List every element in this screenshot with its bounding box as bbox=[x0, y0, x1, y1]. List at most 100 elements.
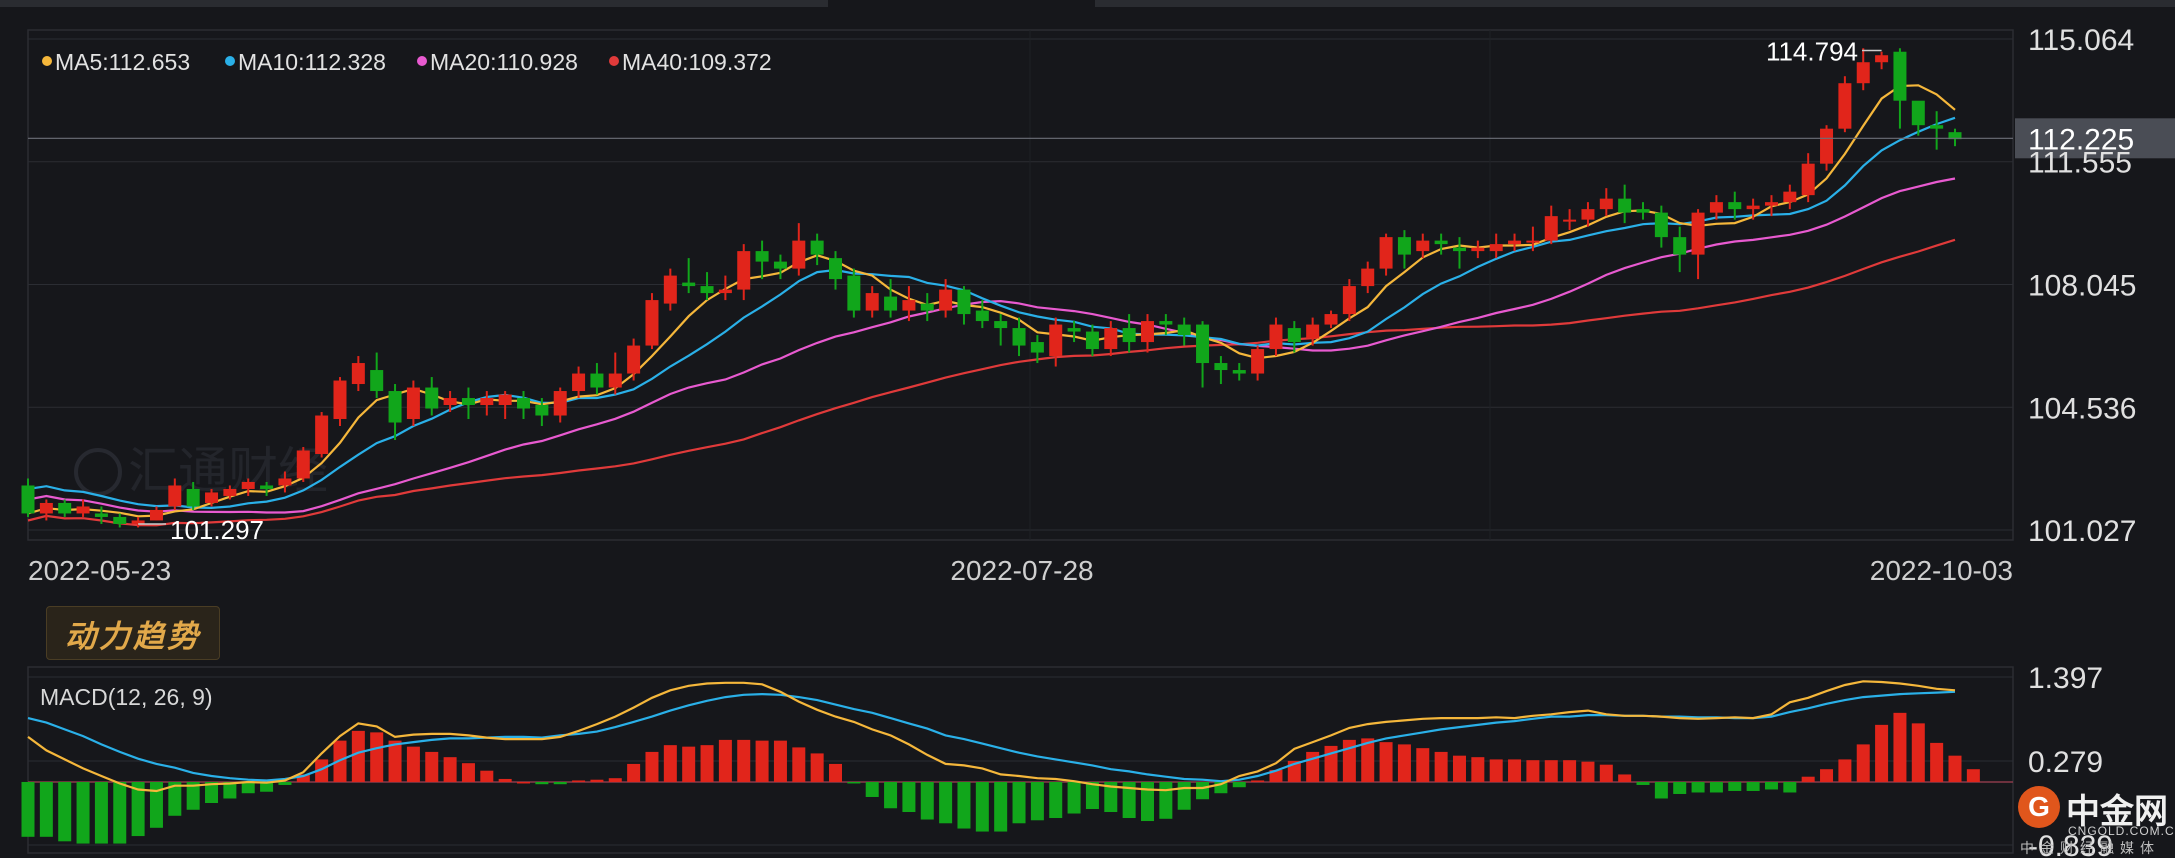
candle-body bbox=[1545, 216, 1558, 240]
candle-body bbox=[792, 241, 805, 269]
macd-bar bbox=[58, 782, 71, 841]
macd-bar bbox=[1159, 782, 1172, 819]
macd-bar bbox=[645, 752, 658, 782]
macd-bar bbox=[1802, 777, 1815, 782]
candle-body bbox=[1710, 202, 1723, 212]
macd-bar bbox=[1838, 759, 1851, 782]
candle-body bbox=[1655, 213, 1668, 237]
candle-body bbox=[1471, 248, 1484, 251]
macd-bar bbox=[1949, 756, 1962, 782]
candle-body bbox=[40, 503, 53, 513]
macd-bar bbox=[829, 764, 842, 782]
macd-bar bbox=[1655, 782, 1668, 799]
candle-body bbox=[315, 416, 328, 454]
macd-bar bbox=[737, 740, 750, 782]
logo-icon: G bbox=[2018, 786, 2060, 828]
candle-body bbox=[77, 506, 90, 513]
macd-bar bbox=[1747, 782, 1760, 791]
candle-body bbox=[1783, 192, 1796, 202]
macd-bar bbox=[1068, 782, 1081, 814]
candle-body bbox=[1600, 199, 1613, 209]
macd-bar bbox=[95, 782, 108, 844]
candle-body bbox=[1123, 328, 1136, 342]
candle-body bbox=[1490, 244, 1503, 251]
candle-body bbox=[572, 374, 585, 391]
legend-label: MA10:112.328 bbox=[238, 49, 386, 75]
candle-body bbox=[278, 478, 291, 485]
candle-body bbox=[1141, 321, 1154, 342]
candle-body bbox=[719, 290, 732, 293]
candle-body bbox=[1159, 321, 1172, 324]
candle-body bbox=[939, 290, 952, 311]
legend-dot bbox=[417, 56, 427, 66]
macd-bar bbox=[517, 782, 530, 784]
macd-bar bbox=[1471, 757, 1484, 782]
macd-bar bbox=[976, 782, 989, 832]
macd-bar bbox=[1049, 782, 1062, 818]
candle-body bbox=[242, 482, 255, 489]
macd-bar bbox=[1710, 782, 1723, 793]
candle-body bbox=[260, 485, 273, 488]
macd-bar bbox=[1893, 713, 1906, 782]
macd-bar bbox=[554, 782, 567, 784]
candle-body bbox=[462, 398, 475, 405]
macd-bar bbox=[792, 747, 805, 782]
macd-bar bbox=[609, 778, 622, 782]
macd-bar bbox=[1673, 782, 1686, 794]
macd-bar bbox=[444, 757, 457, 782]
candle-body bbox=[480, 398, 493, 405]
macd-bar bbox=[1380, 742, 1393, 782]
candle-body bbox=[1306, 325, 1319, 339]
legend-label: MA5:112.653 bbox=[55, 49, 190, 75]
candle-body bbox=[1692, 213, 1705, 255]
candle-body bbox=[95, 513, 108, 516]
candle-body bbox=[444, 398, 457, 405]
macd-bar bbox=[22, 782, 35, 837]
candle-body bbox=[150, 510, 163, 520]
macd-bar bbox=[1875, 725, 1888, 782]
high-label: 114.794 bbox=[1766, 36, 1858, 66]
candle-body bbox=[1251, 349, 1264, 373]
candle-body bbox=[1802, 164, 1815, 195]
candle-body bbox=[1728, 202, 1741, 209]
macd-bar bbox=[1967, 769, 1980, 782]
candle-body bbox=[701, 286, 714, 293]
legend-dot bbox=[225, 56, 235, 66]
macd-bar bbox=[701, 745, 714, 782]
candle-body bbox=[1416, 241, 1429, 251]
macd-bar bbox=[1141, 782, 1154, 821]
indicator-badge[interactable]: 动力趋势 bbox=[46, 606, 220, 660]
macd-bar bbox=[1416, 748, 1429, 782]
price-tick-label: 104.536 bbox=[2028, 392, 2136, 425]
macd-bar bbox=[664, 745, 677, 782]
macd-bar bbox=[77, 782, 90, 844]
macd-bar bbox=[389, 741, 402, 782]
candle-body bbox=[1673, 237, 1686, 254]
candle-body bbox=[1380, 237, 1393, 268]
macd-bar bbox=[939, 782, 952, 823]
legend-dot bbox=[609, 56, 619, 66]
chart-root: 汇通财经 112.225 115.064111.555108.045104.53… bbox=[0, 0, 2175, 857]
macd-bar bbox=[40, 782, 53, 837]
site-logo: G 中金网 CNGOLD.COM.CN 中金财经融媒体 bbox=[2018, 784, 2175, 857]
candle-body bbox=[811, 241, 824, 255]
candle-body bbox=[1398, 237, 1411, 254]
top-tab-strip-left[interactable] bbox=[0, 0, 828, 7]
candle-body bbox=[957, 290, 970, 314]
top-tab-strip-right[interactable] bbox=[1095, 0, 2175, 7]
candle-body bbox=[1765, 202, 1778, 205]
candle-body bbox=[1508, 241, 1521, 244]
candle-body bbox=[1031, 342, 1044, 352]
macd-bar bbox=[1435, 752, 1448, 782]
candle-body bbox=[756, 251, 769, 261]
candle-body bbox=[1343, 286, 1356, 314]
macd-bar bbox=[1563, 760, 1576, 782]
candle-body bbox=[1288, 328, 1301, 342]
date-tick-label: 2022-07-28 bbox=[950, 555, 1093, 586]
price-tick-label: 111.555 bbox=[2028, 147, 2132, 180]
candle-body bbox=[1068, 328, 1081, 331]
candle-body bbox=[389, 391, 402, 422]
macd-bar bbox=[1618, 774, 1631, 782]
indicator-badge-label: 动力趋势 bbox=[65, 611, 201, 656]
candle-body bbox=[1875, 55, 1888, 62]
